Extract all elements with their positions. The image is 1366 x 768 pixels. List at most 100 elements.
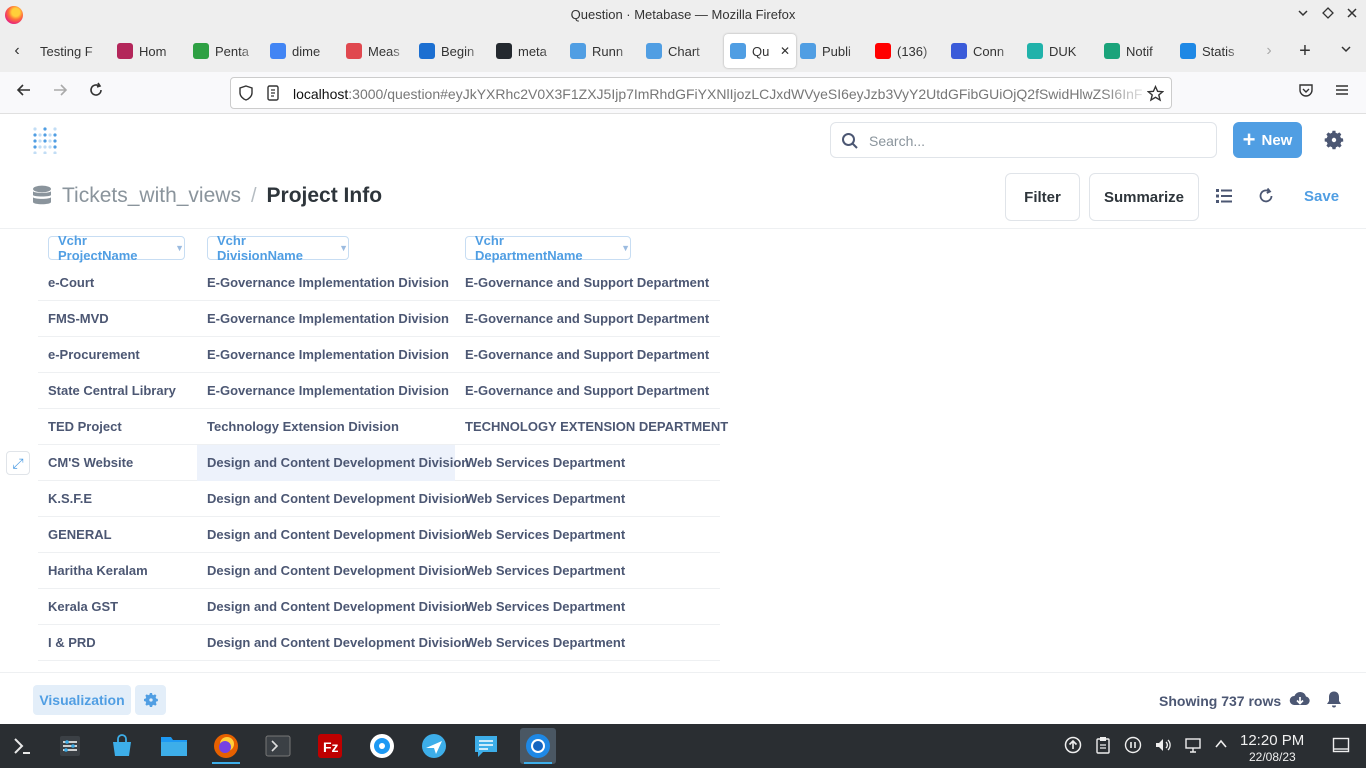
table-cell[interactable]: Web Services Department (455, 625, 720, 661)
reload-icon[interactable] (83, 80, 109, 106)
visualization-settings-button[interactable] (135, 685, 166, 715)
clipboard-icon[interactable] (1093, 736, 1113, 756)
tab-13[interactable]: DUK (1027, 34, 1094, 68)
chat-app-icon[interactable] (468, 728, 504, 764)
table-cell[interactable]: Design and Content Development Division (197, 445, 469, 481)
table-row[interactable]: TED Project Technology Extension Division… (38, 409, 728, 445)
table-cell[interactable]: e-Procurement (38, 337, 197, 373)
tab-9[interactable]: Qu ✕ (724, 34, 796, 68)
back-icon[interactable] (11, 80, 37, 106)
tab-6[interactable]: meta (496, 34, 560, 68)
filter-button[interactable]: Filter (1005, 173, 1080, 221)
search-input[interactable]: Search... (830, 122, 1217, 158)
table-cell[interactable]: K.S.F.E (38, 481, 197, 517)
tab-8[interactable]: Chart (646, 34, 714, 68)
new-button[interactable]: + New (1233, 122, 1302, 158)
question-title[interactable]: Project Info (267, 184, 383, 208)
list-tabs-icon[interactable] (1333, 38, 1359, 64)
url-bar[interactable]: localhost:3000/question#eyJkYXRhc2V0X3F1… (230, 77, 1172, 109)
tab-0[interactable]: Testing F (40, 34, 106, 68)
metabase-logo-icon[interactable] (32, 126, 58, 154)
summarize-button[interactable]: Summarize (1089, 173, 1199, 221)
close-window-icon[interactable] (1342, 5, 1362, 25)
table-cell[interactable]: I & PRD (38, 625, 197, 661)
table-row[interactable]: e-Court E-Governance Implementation Divis… (38, 265, 720, 301)
table-row[interactable]: e-Procurement E-Governance Implementation… (38, 337, 720, 373)
tray-expand-icon[interactable] (1211, 736, 1231, 756)
table-cell[interactable]: Web Services Department (455, 589, 720, 625)
refresh-icon[interactable] (1257, 187, 1275, 210)
breadcrumb-database[interactable]: Tickets_with_views (62, 184, 241, 208)
remote-desktop-icon[interactable] (416, 728, 452, 764)
table-cell[interactable]: Design and Content Development Division (197, 517, 469, 553)
download-icon[interactable] (1289, 691, 1311, 714)
tab-7[interactable]: Runn (570, 34, 636, 68)
alert-bell-icon[interactable] (1325, 690, 1343, 714)
table-cell[interactable]: Web Services Department (455, 481, 720, 517)
media-player-icon[interactable] (1123, 736, 1143, 756)
tab-2[interactable]: Penta (193, 34, 259, 68)
page-info-icon[interactable] (265, 85, 281, 106)
discover-store-icon[interactable] (104, 728, 140, 764)
tab-11[interactable]: (136) (875, 34, 941, 68)
tab-scroll-right-icon[interactable]: › (1256, 38, 1282, 64)
save-button[interactable]: Save (1304, 188, 1339, 205)
close-tab-icon[interactable]: ✕ (780, 44, 790, 58)
table-row[interactable]: FMS-MVD E-Governance Implementation Divis… (38, 301, 720, 337)
tracking-protection-icon[interactable] (238, 85, 254, 106)
chromium-icon[interactable] (520, 728, 556, 764)
column-header-department[interactable]: Vchr DepartmentName ▼ (465, 233, 631, 263)
terminal-icon[interactable] (260, 728, 296, 764)
network-icon[interactable] (1183, 736, 1203, 756)
table-cell[interactable]: Web Services Department (455, 517, 720, 553)
table-cell[interactable]: E-Governance Implementation Division (197, 337, 455, 373)
table-row[interactable]: Haritha Keralam Design and Content Develo… (38, 553, 720, 589)
app-launcher-icon[interactable] (4, 728, 40, 764)
tab-15[interactable]: Statis (1180, 34, 1246, 68)
table-cell[interactable]: E-Governance Implementation Division (197, 373, 455, 409)
table-cell[interactable]: e-Court (38, 265, 197, 301)
table-row[interactable]: CM'S Website Design and Content Developme… (38, 445, 720, 481)
table-row[interactable]: I & PRD Design and Content Development Di… (38, 625, 720, 661)
filezilla-icon[interactable]: Fz (312, 728, 348, 764)
table-cell[interactable]: GENERAL (38, 517, 197, 553)
bookmark-star-icon[interactable] (1146, 84, 1165, 107)
table-cell[interactable]: E-Governance and Support Department (455, 337, 720, 373)
table-cell[interactable]: E-Governance Implementation Division (197, 265, 455, 301)
table-cell[interactable]: TECHNOLOGY EXTENSION DEPARTMENT (455, 409, 728, 445)
column-header-project[interactable]: Vchr ProjectName ▼ (48, 233, 185, 263)
file-manager-icon[interactable] (156, 728, 192, 764)
table-cell[interactable]: TED Project (38, 409, 197, 445)
table-row[interactable]: K.S.F.E Design and Content Development Di… (38, 481, 720, 517)
new-tab-icon[interactable]: + (1292, 38, 1318, 64)
table-cell[interactable]: Design and Content Development Division (197, 589, 469, 625)
notebook-editor-icon[interactable] (1215, 187, 1233, 210)
firefox-taskbar-icon[interactable] (208, 728, 244, 764)
clock-date[interactable]: 22/08/23 (1249, 750, 1296, 764)
tab-14[interactable]: Notif (1104, 34, 1170, 68)
table-row[interactable]: GENERAL Design and Content Development Di… (38, 517, 720, 553)
table-cell[interactable]: CM'S Website (38, 445, 197, 481)
table-cell[interactable]: Web Services Department (455, 445, 720, 481)
settings-gear-icon[interactable] (1322, 128, 1346, 152)
tab-4[interactable]: Meas (346, 34, 409, 68)
updates-icon[interactable] (1063, 736, 1083, 756)
table-cell[interactable]: Design and Content Development Division (197, 625, 469, 661)
tab-3[interactable]: dime (270, 34, 336, 68)
forward-icon[interactable] (47, 80, 73, 106)
system-settings-icon[interactable] (52, 728, 88, 764)
volume-icon[interactable] (1153, 736, 1173, 756)
table-cell[interactable]: Technology Extension Division (197, 409, 455, 445)
table-cell[interactable]: Design and Content Development Division (197, 481, 469, 517)
table-cell[interactable]: Design and Content Development Division (197, 553, 469, 589)
expand-row-icon[interactable]: ⤢ (6, 451, 30, 475)
table-cell[interactable]: FMS-MVD (38, 301, 197, 337)
table-cell[interactable]: E-Governance and Support Department (455, 301, 720, 337)
show-desktop-icon[interactable] (1331, 736, 1351, 756)
tab-12[interactable]: Conn (951, 34, 1017, 68)
tab-1[interactable]: Hom (117, 34, 183, 68)
menu-icon[interactable] (1329, 80, 1355, 106)
tab-10[interactable]: Publi (800, 34, 866, 68)
table-row[interactable]: State Central Library E-Governance Implem… (38, 373, 720, 409)
minimize-icon[interactable] (1293, 5, 1313, 25)
